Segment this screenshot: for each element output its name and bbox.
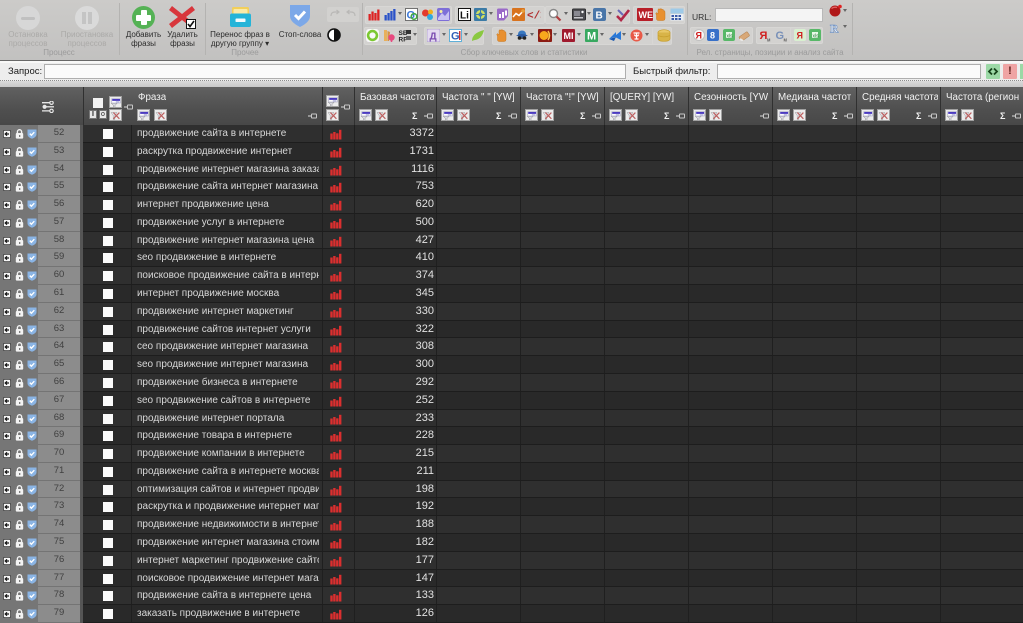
svg-text:R: R <box>830 24 839 35</box>
svg-text:м: м <box>784 38 788 43</box>
svg-text:WE: WE <box>639 10 654 20</box>
svg-text:м: м <box>767 38 771 43</box>
svg-text:Я: Я <box>797 31 803 41</box>
svg-text:Д: Д <box>430 32 437 43</box>
svg-text:xls: xls <box>813 34 820 40</box>
svg-text:8: 8 <box>710 31 715 41</box>
svg-text:</>: </> <box>527 11 541 22</box>
svg-text:Li: Li <box>460 11 469 22</box>
svg-text:xls: xls <box>727 34 734 40</box>
svg-text:MI: MI <box>564 31 574 41</box>
svg-text:B: B <box>596 11 603 22</box>
svg-text:Я: Я <box>696 31 702 41</box>
svg-text:M: M <box>587 31 596 43</box>
svg-text:G: G <box>451 31 460 43</box>
